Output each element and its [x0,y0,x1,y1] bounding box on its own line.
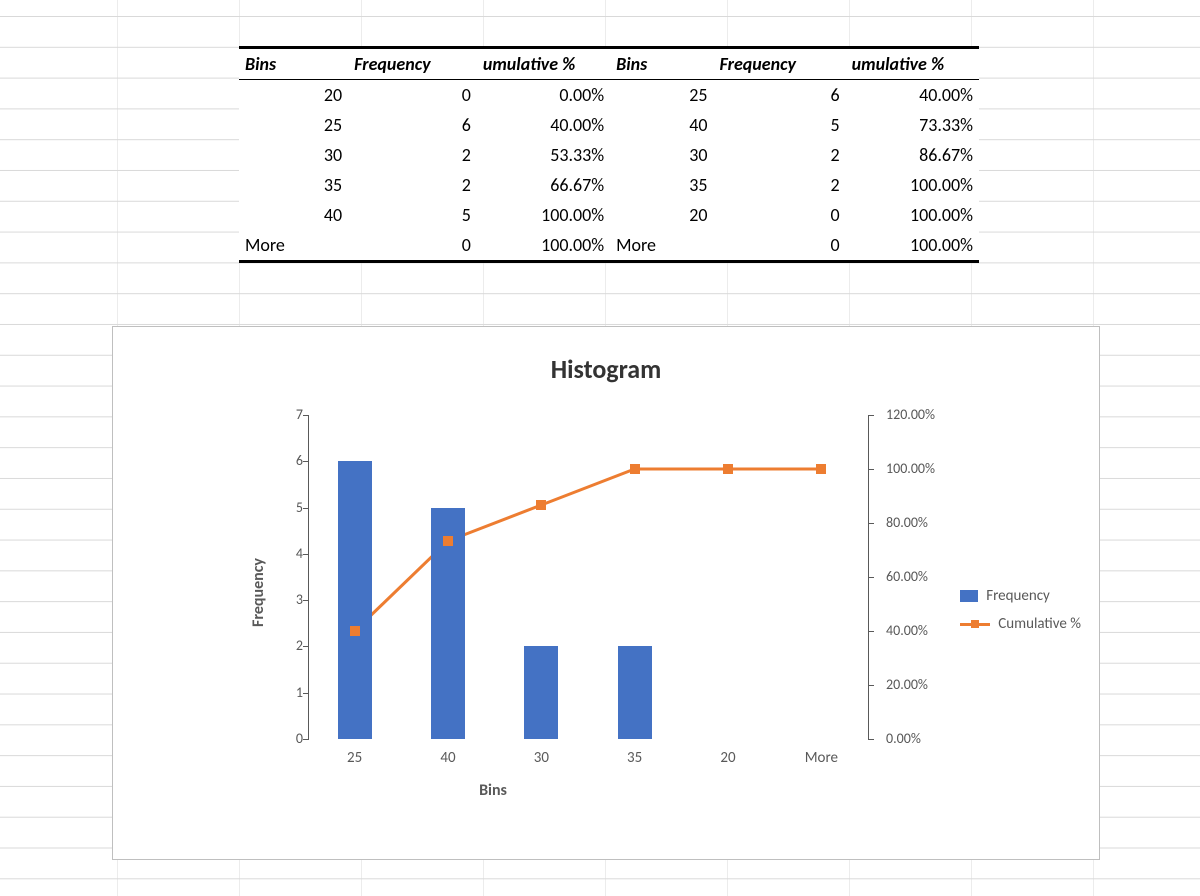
line-marker [443,536,453,546]
y-left-tick-label: 5 [255,499,303,516]
legend-bar-swatch-icon [960,590,978,602]
cell-freq-2[interactable]: 6 [714,80,846,111]
cell-bins-1[interactable]: 25 [239,110,348,140]
legend-line-swatch-icon [960,619,990,629]
cell-freq-2[interactable]: 2 [714,140,846,170]
y-right-tick-label: 120.00% [886,406,964,423]
cell-freq-1[interactable]: 5 [348,200,477,230]
header-freq-2: Frequency [714,48,846,80]
cell-bins-2[interactable]: 25 [610,80,713,111]
chart-title: Histogram [113,353,1099,385]
cell-cum-1[interactable]: 53.33% [477,140,610,170]
table-row: 25640.00%40573.33% [239,110,979,140]
table-header-row: Bins Frequency umulative % Bins Frequenc… [239,48,979,80]
legend-freq-label: Frequency [986,587,1050,605]
cell-cum-2[interactable]: 100.00% [846,230,979,262]
cell-bins-1[interactable]: 20 [239,80,348,111]
y-right-tick-label: 100.00% [886,460,964,477]
data-table: Bins Frequency umulative % Bins Frequenc… [239,46,979,263]
bar [338,461,372,739]
cell-cum-2[interactable]: 73.33% [846,110,979,140]
y-left-tick-label: 4 [255,545,303,562]
header-bins-2: Bins [610,48,713,80]
x-tick-label: 40 [418,749,478,767]
y-left-tick-label: 0 [255,730,303,747]
cell-bins-1[interactable]: More [239,230,348,262]
chart-legend: Frequency Cumulative % [960,577,1081,643]
x-tick-label: 30 [511,749,571,767]
line-marker [536,500,546,510]
y-left-axis-line [308,415,309,739]
line-marker [816,464,826,474]
cell-cum-2[interactable]: 100.00% [846,170,979,200]
y-left-tick-label: 7 [255,406,303,423]
x-tick-label: 25 [325,749,385,767]
line-marker [350,626,360,636]
y-right-axis-line [868,415,869,739]
header-cum-2: umulative % [846,48,979,80]
header-cum-1: umulative % [477,48,610,80]
x-tick-label: 20 [698,749,758,767]
y-left-tick-mark [303,739,309,740]
cell-freq-1[interactable]: 0 [348,230,477,262]
cell-freq-1[interactable]: 6 [348,110,477,140]
cell-freq-2[interactable]: 0 [714,230,846,262]
cell-freq-1[interactable]: 2 [348,140,477,170]
cell-cum-1[interactable]: 100.00% [477,230,610,262]
cell-cum-1[interactable]: 40.00% [477,110,610,140]
legend-frequency: Frequency [960,587,1081,605]
y-left-tick-label: 3 [255,591,303,608]
cell-freq-2[interactable]: 2 [714,170,846,200]
table-row: 2000.00%25640.00% [239,80,979,111]
histogram-table: Bins Frequency umulative % Bins Frequenc… [239,46,979,263]
x-axis-label: Bins [113,781,873,800]
table-row: 30253.33%30286.67% [239,140,979,170]
bar [524,646,558,739]
y-right-tick-label: 0.00% [886,730,964,747]
y-left-tick-label: 2 [255,637,303,654]
cell-bins-2[interactable]: 30 [610,140,713,170]
cell-cum-2[interactable]: 100.00% [846,200,979,230]
legend-cumulative: Cumulative % [960,615,1081,633]
cell-freq-2[interactable]: 0 [714,200,846,230]
header-bins-1: Bins [239,48,348,80]
header-freq-1: Frequency [348,48,477,80]
cell-bins-1[interactable]: 30 [239,140,348,170]
cell-cum-1[interactable]: 0.00% [477,80,610,111]
y-right-tick-mark [868,739,874,740]
cell-freq-1[interactable]: 2 [348,170,477,200]
line-marker [723,464,733,474]
cell-bins-2[interactable]: More [610,230,713,262]
line-marker [630,464,640,474]
bar [618,646,652,739]
y-right-tick-label: 20.00% [886,676,964,693]
histogram-chart[interactable]: Histogram Frequency Bins Frequency Cumul… [112,326,1100,860]
table-row: More0100.00%More0100.00% [239,230,979,262]
x-tick-label: More [791,749,851,767]
cell-bins-2[interactable]: 40 [610,110,713,140]
y-right-tick-label: 60.00% [886,568,964,585]
cell-bins-2[interactable]: 35 [610,170,713,200]
cumulative-path [355,469,822,631]
cell-cum-1[interactable]: 66.67% [477,170,610,200]
cell-bins-2[interactable]: 20 [610,200,713,230]
cell-bins-1[interactable]: 40 [239,200,348,230]
cell-freq-2[interactable]: 5 [714,110,846,140]
cumulative-line [308,415,868,739]
y-left-tick-label: 6 [255,452,303,469]
plot-area [308,415,868,739]
cell-freq-1[interactable]: 0 [348,80,477,111]
y-right-tick-label: 80.00% [886,514,964,531]
table-row: 35266.67%352100.00% [239,170,979,200]
table-row: 405100.00%200100.00% [239,200,979,230]
cell-cum-1[interactable]: 100.00% [477,200,610,230]
cell-cum-2[interactable]: 86.67% [846,140,979,170]
cell-cum-2[interactable]: 40.00% [846,80,979,111]
cell-bins-1[interactable]: 35 [239,170,348,200]
x-tick-label: 35 [605,749,665,767]
y-left-tick-label: 1 [255,684,303,701]
y-right-tick-label: 40.00% [886,622,964,639]
legend-cum-label: Cumulative % [998,615,1081,633]
